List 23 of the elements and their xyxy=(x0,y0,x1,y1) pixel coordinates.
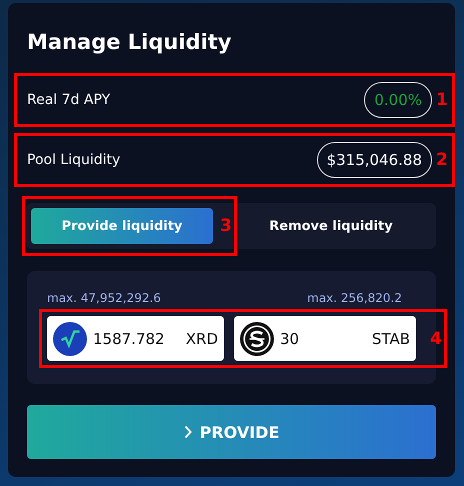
tab[interactable]: Provide liquidity xyxy=(31,208,213,244)
stat-label: Pool Liquidity xyxy=(27,152,122,168)
amount-field[interactable]: 1587.782 XRD xyxy=(47,316,224,361)
provide-button[interactable]: PROVIDE xyxy=(27,405,436,459)
amount-field[interactable]: 30 STAB xyxy=(234,316,416,361)
annotation-number: 2 xyxy=(436,150,448,170)
s-token-icon xyxy=(240,322,274,356)
stat-value: 0.00% xyxy=(364,82,432,118)
checkmark-token-icon xyxy=(53,322,87,356)
tab[interactable]: Remove liquidity xyxy=(231,208,431,244)
max-amount: max. 47,952,292.6 xyxy=(47,291,161,305)
amount-value: 30 xyxy=(280,330,300,348)
chevron-right-icon xyxy=(184,425,192,439)
annotation-number: 4 xyxy=(430,328,442,348)
annotation-number: 1 xyxy=(436,90,448,110)
annotation-number: 3 xyxy=(220,216,232,236)
stat-label: Real 7d APY xyxy=(27,92,112,108)
token-symbol: STAB xyxy=(372,330,410,348)
stat-value: $315,046.88 xyxy=(316,142,432,178)
card-title: Manage Liquidity xyxy=(27,29,232,56)
max-amount: max. 256,820.2 xyxy=(307,291,402,305)
token-symbol: XRD xyxy=(186,330,218,348)
amount-value: 1587.782 xyxy=(93,330,165,348)
